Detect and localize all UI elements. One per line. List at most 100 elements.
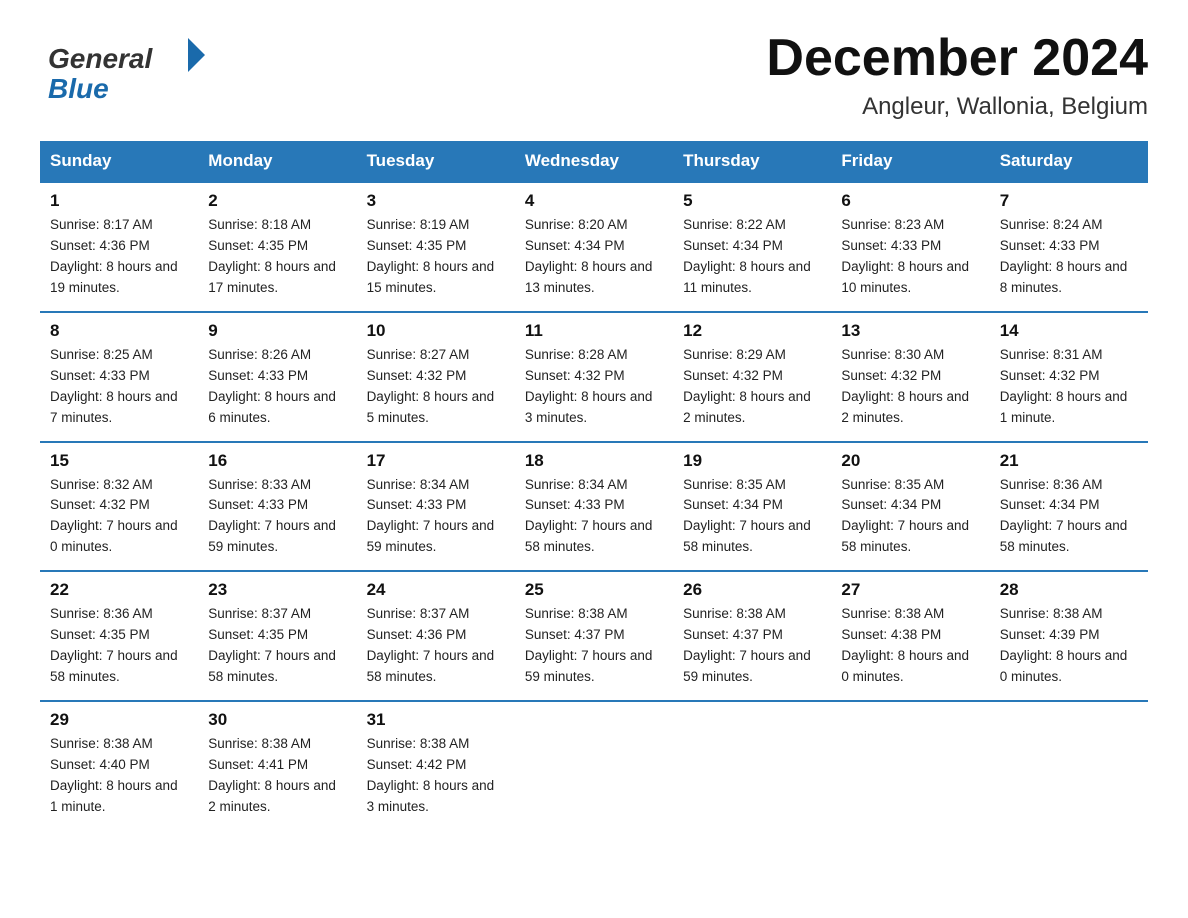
weekday-header-row: SundayMondayTuesdayWednesdayThursdayFrid…	[40, 141, 1148, 182]
day-info: Sunrise: 8:28 AMSunset: 4:32 PMDaylight:…	[525, 345, 663, 429]
day-info: Sunrise: 8:38 AMSunset: 4:40 PMDaylight:…	[50, 734, 188, 818]
calendar-cell: 30 Sunrise: 8:38 AMSunset: 4:41 PMDayligh…	[198, 701, 356, 830]
calendar-cell: 10 Sunrise: 8:27 AMSunset: 4:32 PMDayligh…	[357, 312, 515, 442]
calendar-cell: 17Sunrise: 8:34 AMSunset: 4:33 PMDayligh…	[357, 442, 515, 572]
day-number: 5	[683, 191, 821, 211]
day-number: 7	[1000, 191, 1138, 211]
location-title: Angleur, Wallonia, Belgium	[766, 93, 1148, 121]
day-number: 15	[50, 451, 188, 471]
day-info: Sunrise: 8:19 AMSunset: 4:35 PMDaylight:…	[367, 215, 505, 299]
calendar-cell: 13 Sunrise: 8:30 AMSunset: 4:32 PMDayligh…	[831, 312, 989, 442]
calendar-cell: 16 Sunrise: 8:33 AMSunset: 4:33 PMDayligh…	[198, 442, 356, 572]
calendar-week-2: 8 Sunrise: 8:25 AMSunset: 4:33 PMDaylight…	[40, 312, 1148, 442]
day-info: Sunrise: 8:33 AMSunset: 4:33 PMDaylight:…	[208, 475, 346, 559]
day-number: 22	[50, 580, 188, 600]
day-number: 30	[208, 710, 346, 730]
day-number: 31	[367, 710, 505, 730]
calendar-cell	[831, 701, 989, 830]
weekday-header-saturday: Saturday	[990, 141, 1148, 182]
day-info: Sunrise: 8:31 AMSunset: 4:32 PMDaylight:…	[1000, 345, 1138, 429]
day-info: Sunrise: 8:37 AMSunset: 4:35 PMDaylight:…	[208, 604, 346, 688]
day-info: Sunrise: 8:25 AMSunset: 4:33 PMDaylight:…	[50, 345, 188, 429]
page-header: General Blue December 2024 Angleur, Wall…	[40, 30, 1148, 121]
day-info: Sunrise: 8:36 AMSunset: 4:35 PMDaylight:…	[50, 604, 188, 688]
calendar-cell: 2 Sunrise: 8:18 AMSunset: 4:35 PMDaylight…	[198, 182, 356, 312]
day-info: Sunrise: 8:23 AMSunset: 4:33 PMDaylight:…	[841, 215, 979, 299]
weekday-header-monday: Monday	[198, 141, 356, 182]
calendar-cell: 6 Sunrise: 8:23 AMSunset: 4:33 PMDaylight…	[831, 182, 989, 312]
day-number: 19	[683, 451, 821, 471]
day-info: Sunrise: 8:38 AMSunset: 4:39 PMDaylight:…	[1000, 604, 1138, 688]
calendar-cell: 7 Sunrise: 8:24 AMSunset: 4:33 PMDaylight…	[990, 182, 1148, 312]
day-number: 11	[525, 321, 663, 341]
day-number: 26	[683, 580, 821, 600]
day-number: 6	[841, 191, 979, 211]
weekday-header-wednesday: Wednesday	[515, 141, 673, 182]
weekday-header-sunday: Sunday	[40, 141, 198, 182]
calendar-cell: 12Sunrise: 8:29 AMSunset: 4:32 PMDayligh…	[673, 312, 831, 442]
day-number: 10	[367, 321, 505, 341]
calendar-cell: 14 Sunrise: 8:31 AMSunset: 4:32 PMDayligh…	[990, 312, 1148, 442]
day-info: Sunrise: 8:26 AMSunset: 4:33 PMDaylight:…	[208, 345, 346, 429]
day-number: 14	[1000, 321, 1138, 341]
day-info: Sunrise: 8:38 AMSunset: 4:37 PMDaylight:…	[525, 604, 663, 688]
logo: General Blue	[40, 30, 210, 100]
calendar-cell: 11 Sunrise: 8:28 AMSunset: 4:32 PMDayligh…	[515, 312, 673, 442]
day-info: Sunrise: 8:38 AMSunset: 4:42 PMDaylight:…	[367, 734, 505, 818]
day-number: 27	[841, 580, 979, 600]
day-number: 9	[208, 321, 346, 341]
day-info: Sunrise: 8:22 AMSunset: 4:34 PMDaylight:…	[683, 215, 821, 299]
day-info: Sunrise: 8:37 AMSunset: 4:36 PMDaylight:…	[367, 604, 505, 688]
calendar-cell: 21 Sunrise: 8:36 AMSunset: 4:34 PMDayligh…	[990, 442, 1148, 572]
calendar-cell	[990, 701, 1148, 830]
calendar-cell: 9 Sunrise: 8:26 AMSunset: 4:33 PMDaylight…	[198, 312, 356, 442]
day-number: 24	[367, 580, 505, 600]
calendar-cell: 19Sunrise: 8:35 AMSunset: 4:34 PMDayligh…	[673, 442, 831, 572]
day-number: 16	[208, 451, 346, 471]
calendar-cell: 5 Sunrise: 8:22 AMSunset: 4:34 PMDaylight…	[673, 182, 831, 312]
calendar-cell: 18Sunrise: 8:34 AMSunset: 4:33 PMDayligh…	[515, 442, 673, 572]
calendar-week-5: 29 Sunrise: 8:38 AMSunset: 4:40 PMDayligh…	[40, 701, 1148, 830]
calendar-cell: 26 Sunrise: 8:38 AMSunset: 4:37 PMDayligh…	[673, 571, 831, 701]
day-info: Sunrise: 8:38 AMSunset: 4:41 PMDaylight:…	[208, 734, 346, 818]
day-info: Sunrise: 8:20 AMSunset: 4:34 PMDaylight:…	[525, 215, 663, 299]
calendar-cell: 8 Sunrise: 8:25 AMSunset: 4:33 PMDaylight…	[40, 312, 198, 442]
day-number: 29	[50, 710, 188, 730]
day-number: 3	[367, 191, 505, 211]
svg-text:General: General	[48, 43, 153, 74]
calendar-table: SundayMondayTuesdayWednesdayThursdayFrid…	[40, 141, 1148, 829]
calendar-cell: 28 Sunrise: 8:38 AMSunset: 4:39 PMDayligh…	[990, 571, 1148, 701]
day-info: Sunrise: 8:27 AMSunset: 4:32 PMDaylight:…	[367, 345, 505, 429]
title-block: December 2024 Angleur, Wallonia, Belgium	[766, 30, 1148, 121]
month-title: December 2024	[766, 30, 1148, 87]
day-info: Sunrise: 8:38 AMSunset: 4:37 PMDaylight:…	[683, 604, 821, 688]
day-number: 28	[1000, 580, 1138, 600]
day-number: 13	[841, 321, 979, 341]
day-info: Sunrise: 8:17 AMSunset: 4:36 PMDaylight:…	[50, 215, 188, 299]
day-number: 21	[1000, 451, 1138, 471]
day-info: Sunrise: 8:35 AMSunset: 4:34 PMDaylight:…	[841, 475, 979, 559]
day-number: 18	[525, 451, 663, 471]
day-number: 1	[50, 191, 188, 211]
day-info: Sunrise: 8:36 AMSunset: 4:34 PMDaylight:…	[1000, 475, 1138, 559]
day-info: Sunrise: 8:38 AMSunset: 4:38 PMDaylight:…	[841, 604, 979, 688]
svg-text:Blue: Blue	[48, 73, 109, 100]
day-number: 2	[208, 191, 346, 211]
day-info: Sunrise: 8:18 AMSunset: 4:35 PMDaylight:…	[208, 215, 346, 299]
calendar-cell: 31 Sunrise: 8:38 AMSunset: 4:42 PMDayligh…	[357, 701, 515, 830]
day-number: 8	[50, 321, 188, 341]
calendar-week-3: 15Sunrise: 8:32 AMSunset: 4:32 PMDayligh…	[40, 442, 1148, 572]
calendar-cell: 27 Sunrise: 8:38 AMSunset: 4:38 PMDayligh…	[831, 571, 989, 701]
weekday-header-tuesday: Tuesday	[357, 141, 515, 182]
day-number: 20	[841, 451, 979, 471]
day-info: Sunrise: 8:34 AMSunset: 4:33 PMDaylight:…	[367, 475, 505, 559]
day-number: 23	[208, 580, 346, 600]
weekday-header-friday: Friday	[831, 141, 989, 182]
day-number: 25	[525, 580, 663, 600]
calendar-cell: 1 Sunrise: 8:17 AMSunset: 4:36 PMDaylight…	[40, 182, 198, 312]
calendar-cell	[515, 701, 673, 830]
calendar-cell: 20 Sunrise: 8:35 AMSunset: 4:34 PMDayligh…	[831, 442, 989, 572]
calendar-cell: 23 Sunrise: 8:37 AMSunset: 4:35 PMDayligh…	[198, 571, 356, 701]
day-info: Sunrise: 8:30 AMSunset: 4:32 PMDaylight:…	[841, 345, 979, 429]
day-info: Sunrise: 8:24 AMSunset: 4:33 PMDaylight:…	[1000, 215, 1138, 299]
